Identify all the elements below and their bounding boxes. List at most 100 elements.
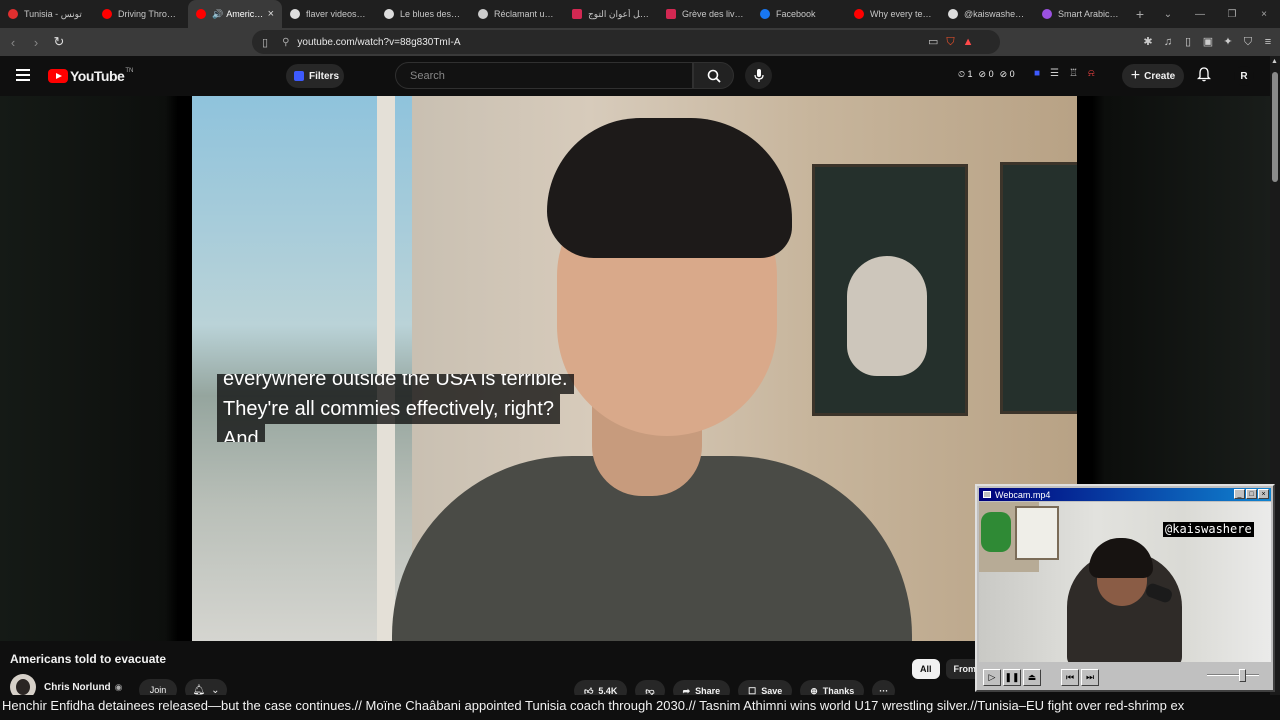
search-input[interactable]: Search bbox=[395, 62, 693, 89]
reload-icon[interactable]: ↻ bbox=[49, 34, 69, 50]
notifications-bell-icon[interactable] bbox=[1196, 67, 1212, 85]
tab-search-icon[interactable]: ⌄ bbox=[1152, 9, 1184, 20]
youtube-favicon-icon bbox=[196, 9, 206, 19]
streamer-handle: @kaiswashere bbox=[1163, 522, 1254, 537]
cast-icon[interactable]: ▭ bbox=[928, 36, 938, 48]
globe-icon bbox=[384, 9, 394, 19]
video-player[interactable] bbox=[192, 96, 1077, 641]
notification-off-icon[interactable]: ⍾ bbox=[1088, 68, 1095, 79]
create-button[interactable]: + Create bbox=[1122, 64, 1184, 88]
volume-slider[interactable] bbox=[1207, 669, 1259, 682]
extension-icons: ■ ☰ ♖ ⍾ bbox=[1034, 68, 1095, 79]
microphone-icon bbox=[753, 68, 764, 82]
verified-icon: ◉ bbox=[114, 681, 123, 692]
browser-tab[interactable]: Le blues des livr bbox=[376, 0, 470, 28]
close-window-icon[interactable]: × bbox=[1248, 9, 1280, 20]
browser-tab[interactable]: Facebook bbox=[752, 0, 846, 28]
forward-icon[interactable]: › bbox=[26, 35, 46, 50]
chevron-down-icon: ⌄ bbox=[211, 684, 220, 696]
leo-icon[interactable]: ✦ bbox=[1222, 36, 1234, 48]
channel-name[interactable]: Chris Norlund bbox=[44, 682, 111, 693]
play-icon[interactable]: ▷ bbox=[983, 668, 1001, 686]
related-filter-chips: All From bbox=[912, 659, 985, 679]
wallet-icon[interactable]: ▣ bbox=[1202, 36, 1214, 48]
scrollbar-thumb[interactable] bbox=[1272, 72, 1278, 182]
browser-actions: ✱ ♫ ▯ ▣ ✦ ⛉ ≡ bbox=[1142, 28, 1274, 56]
brave-shield-icon[interactable]: ⛉ bbox=[946, 36, 954, 48]
url-text: youtube.com/watch?v=88g830TmI-A bbox=[297, 36, 461, 48]
new-tab-button[interactable]: + bbox=[1128, 6, 1152, 22]
url-bar[interactable]: ▯ ⚲ youtube.com/watch?v=88g830TmI-A bbox=[252, 30, 1000, 54]
brave-rewards-icon[interactable]: ▲ bbox=[963, 36, 974, 48]
previous-icon[interactable]: ⏮ bbox=[1061, 668, 1079, 686]
close-tab-icon[interactable]: × bbox=[268, 8, 274, 20]
browser-tab[interactable]: flaver videos - D bbox=[282, 0, 376, 28]
vpn-icon[interactable]: ⛉ bbox=[1242, 36, 1254, 48]
webcam-scene-figure bbox=[981, 512, 1011, 552]
next-icon[interactable]: ⏭ bbox=[1081, 668, 1099, 686]
media-player-titlebar[interactable]: Webcam.mp4 _ □ × bbox=[979, 488, 1271, 501]
browser-tab[interactable]: @kaiswashere - bbox=[940, 0, 1034, 28]
browser-tab-bar: Tunisia - تونس Driving Through 🔊 American… bbox=[0, 0, 1280, 28]
tab-favicon-icon bbox=[666, 9, 676, 19]
video-scene-frame bbox=[1000, 162, 1077, 414]
video-title: Americans told to evacuate bbox=[10, 652, 167, 666]
list-icon[interactable]: ☰ bbox=[1050, 68, 1059, 79]
video-scene-mullion bbox=[377, 96, 395, 641]
music-icon[interactable]: ♫ bbox=[1162, 36, 1174, 48]
speaker-icon: 🔊 bbox=[212, 8, 224, 19]
browser-tab[interactable]: Driving Through bbox=[94, 0, 188, 28]
browser-tab-active[interactable]: 🔊 American × bbox=[188, 0, 282, 28]
bell-icon: 🔔︎ bbox=[192, 684, 206, 696]
tab-favicon-icon bbox=[8, 9, 18, 19]
tab-favicon-icon bbox=[290, 9, 300, 19]
webcam-media-player[interactable]: Webcam.mp4 _ □ × @kaiswashere ▷ ❚❚ ⏏ ⏮ ⏭ bbox=[975, 484, 1275, 692]
account-avatar[interactable]: R bbox=[1234, 66, 1254, 86]
clock-stat: ⏲ 1 bbox=[958, 69, 973, 79]
browser-tab[interactable]: Grève des livreu bbox=[658, 0, 752, 28]
menu-icon[interactable]: ≡ bbox=[1262, 36, 1274, 48]
bookmark-icon[interactable]: ▯ bbox=[262, 36, 268, 49]
video-scene-person-hair bbox=[547, 118, 792, 258]
minimize-icon[interactable]: — bbox=[1184, 9, 1216, 20]
media-maximize-icon[interactable]: □ bbox=[1246, 489, 1257, 499]
browser-tab[interactable]: Why every tech bbox=[846, 0, 940, 28]
youtube-play-icon bbox=[48, 69, 68, 83]
eject-icon[interactable]: ⏏ bbox=[1023, 668, 1041, 686]
chip-all[interactable]: All bbox=[912, 659, 940, 679]
trophy-icon[interactable]: ♖ bbox=[1069, 68, 1078, 79]
youtube-favicon-icon bbox=[102, 9, 112, 19]
search-button[interactable] bbox=[693, 62, 734, 89]
browser-tab[interactable]: Smart Arabic Key bbox=[1034, 0, 1128, 28]
circle-stat: ⊘ 0 bbox=[999, 69, 1015, 79]
restore-icon[interactable]: ❐ bbox=[1216, 9, 1248, 20]
media-app-icon bbox=[983, 491, 991, 498]
tab-favicon-icon bbox=[478, 9, 488, 19]
webcam-scene-poster bbox=[1015, 506, 1059, 560]
youtube-header: YouTube TN Filters Search ⏲ 1 ⊘ 0 ⊘ 0 ■ … bbox=[0, 56, 1280, 96]
voice-search-button[interactable] bbox=[745, 62, 772, 89]
media-window-buttons: _ □ × bbox=[1234, 489, 1269, 499]
browser-tab[interactable]: Tunisia - تونس bbox=[0, 0, 94, 28]
caption-line: everywhere outside the USA is terrible. bbox=[217, 374, 574, 394]
youtube-favicon-icon bbox=[854, 9, 864, 19]
media-close-icon[interactable]: × bbox=[1258, 489, 1269, 499]
tab-favicon-icon bbox=[572, 9, 582, 19]
address-toolbar: ‹ › ↻ ▯ ⚲ youtube.com/watch?v=88g830TmI-… bbox=[0, 28, 1280, 56]
filters-button[interactable]: Filters bbox=[286, 64, 344, 88]
sidebar-icon[interactable]: ▯ bbox=[1182, 36, 1194, 48]
youtube-logo[interactable]: YouTube TN bbox=[48, 68, 133, 84]
video-scene-vase bbox=[847, 256, 927, 376]
browser-tab[interactable]: عاجل أعوان التوج bbox=[564, 0, 658, 28]
scroll-up-arrow-icon[interactable]: ▲ bbox=[1271, 58, 1278, 65]
site-info-icon[interactable]: ⚲ bbox=[282, 37, 289, 48]
extensions-icon[interactable]: ✱ bbox=[1142, 36, 1154, 48]
back-icon[interactable]: ‹ bbox=[3, 35, 23, 50]
translate-icon[interactable]: ■ bbox=[1034, 68, 1040, 79]
hamburger-menu-icon[interactable] bbox=[16, 69, 30, 81]
browser-tab[interactable]: Réclamant un re bbox=[470, 0, 564, 28]
filter-extension-icon bbox=[294, 71, 304, 81]
pause-icon[interactable]: ❚❚ bbox=[1003, 668, 1021, 686]
extension-stats[interactable]: ⏲ 1 ⊘ 0 ⊘ 0 bbox=[958, 69, 1015, 80]
media-minimize-icon[interactable]: _ bbox=[1234, 489, 1245, 499]
